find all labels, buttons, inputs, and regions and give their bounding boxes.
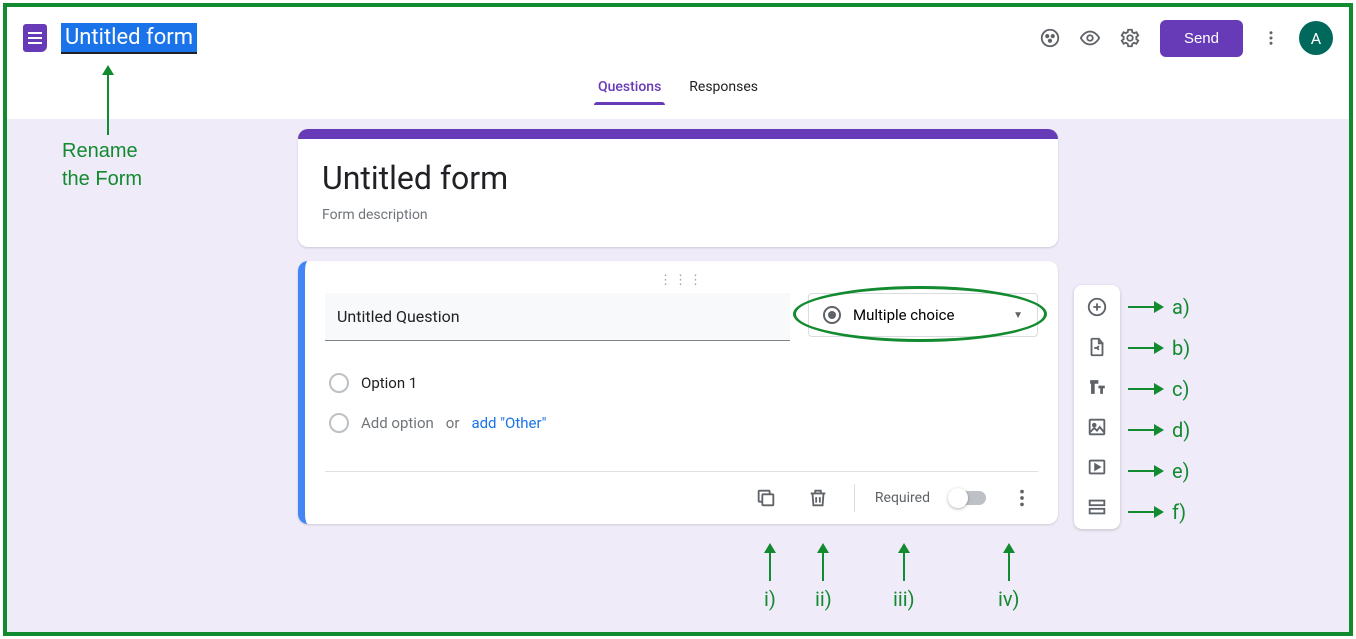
annotation-arrow: [107, 67, 109, 135]
add-section-button[interactable]: [1079, 493, 1115, 521]
tab-questions[interactable]: Questions: [598, 73, 661, 105]
add-other-link[interactable]: add "Other": [471, 414, 546, 432]
side-toolbar: [1074, 285, 1120, 529]
import-questions-button[interactable]: [1079, 333, 1115, 361]
required-label: Required: [875, 490, 930, 506]
settings-icon[interactable]: [1110, 18, 1150, 58]
radio-option-icon: [329, 373, 349, 393]
question-footer: Required: [325, 471, 1038, 514]
add-title-button[interactable]: [1079, 373, 1115, 401]
radio-option-icon: [329, 413, 349, 433]
add-image-button[interactable]: [1079, 413, 1115, 441]
add-video-button[interactable]: [1079, 453, 1115, 481]
theme-icon[interactable]: [1030, 18, 1070, 58]
account-avatar[interactable]: A: [1299, 21, 1333, 55]
add-option-row[interactable]: Add option or add "Other": [329, 403, 1038, 443]
duplicate-button[interactable]: [750, 482, 782, 514]
more-icon[interactable]: [1253, 29, 1289, 47]
app-header: Untitled form Send A: [7, 7, 1349, 69]
preview-icon[interactable]: [1070, 18, 1110, 58]
form-title-input[interactable]: Untitled form: [322, 159, 1034, 197]
question-title-input[interactable]: Untitled Question: [325, 293, 790, 341]
divider: [854, 484, 855, 512]
form-canvas: Untitled form Form description ⋮⋮⋮ Untit…: [7, 119, 1349, 632]
add-question-button[interactable]: [1079, 293, 1115, 321]
annotation-bottom-labels: i) ii) iii) iv): [298, 545, 1058, 625]
tabs-bar: Questions Responses: [7, 69, 1349, 105]
option-row[interactable]: Option 1: [329, 363, 1038, 403]
drag-handle-icon[interactable]: ⋮⋮⋮: [325, 277, 1038, 285]
annotation-rename: Rename the Form: [62, 137, 142, 193]
chevron-down-icon: ▼: [1013, 310, 1023, 321]
required-toggle[interactable]: [950, 491, 986, 505]
question-more-icon[interactable]: [1006, 482, 1038, 514]
tab-responses[interactable]: Responses: [689, 73, 758, 105]
form-description-input[interactable]: Form description: [322, 207, 1034, 223]
radio-icon: [823, 306, 841, 324]
forms-logo-icon: [23, 24, 47, 52]
add-option-text[interactable]: Add option: [361, 414, 434, 432]
annotation-side-labels: a) b) c) d) e) f): [1128, 295, 1190, 524]
option-label[interactable]: Option 1: [361, 374, 417, 392]
or-text: or: [446, 414, 460, 432]
question-type-dropdown[interactable]: Multiple choice ▼: [808, 293, 1038, 337]
form-header-card[interactable]: Untitled form Form description: [298, 129, 1058, 247]
send-button[interactable]: Send: [1160, 20, 1243, 57]
delete-button[interactable]: [802, 482, 834, 514]
question-type-label: Multiple choice: [853, 306, 954, 324]
question-card[interactable]: ⋮⋮⋮ Untitled Question Multiple choice ▼ …: [298, 261, 1058, 524]
form-name-input[interactable]: Untitled form: [61, 23, 197, 54]
